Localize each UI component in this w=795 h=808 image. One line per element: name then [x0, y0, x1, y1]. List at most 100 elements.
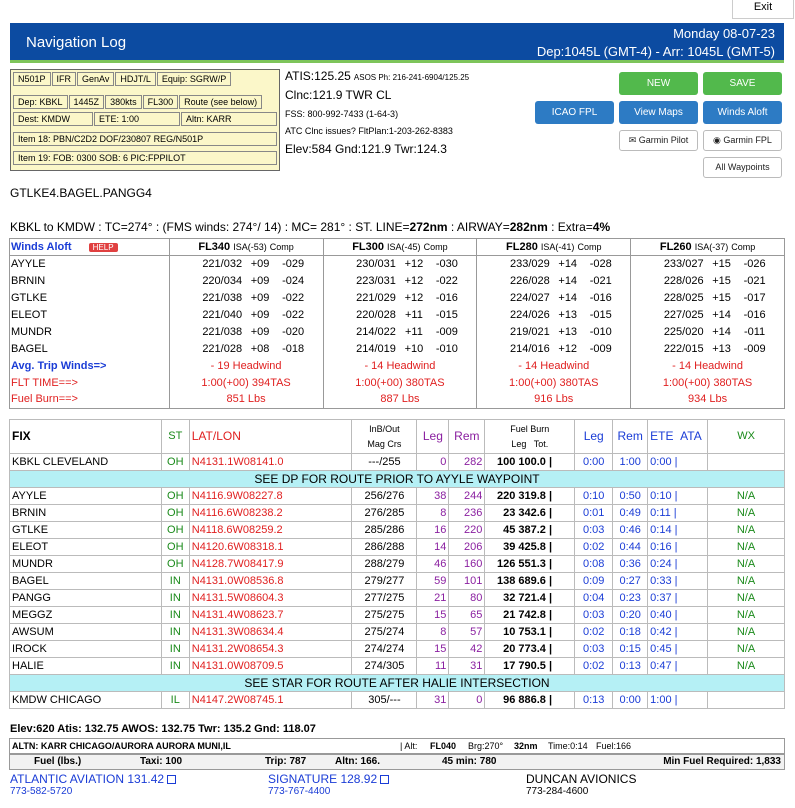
fix-time-leg: 0:08 — [583, 557, 605, 570]
wind-comp: -010 — [589, 325, 612, 338]
fss: FSS: 800-992-7433 (1-64-3) — [285, 109, 399, 119]
fix-time-leg: 0:01 — [583, 506, 605, 519]
winds-label-cell: Winds Aloft HELP — [9, 238, 170, 256]
fix-header-row: FIX ST LAT/LON InB/Out Mag Crs Leg Rem Fuel Bur… — [9, 419, 785, 454]
star-note: SEE STAR FOR ROUTE AFTER HALIE INTERSECT… — [9, 674, 785, 692]
winds-fuel-value: 851 Lbs — [226, 393, 266, 406]
fix-table: FIX ST LAT/LON InB/Out Mag Crs Leg Rem Fuel Bur… — [9, 419, 785, 709]
exit-button[interactable]: Exit — [732, 0, 794, 19]
ll-cell: N4128.7W08417.9 — [188, 555, 353, 573]
hdr: LAT/LON — [188, 419, 353, 454]
page-title: Navigation Log — [26, 34, 127, 51]
winds-flt-cell: 1:00(+00) 394TAS — [168, 374, 324, 392]
fix-state: IN — [169, 625, 181, 638]
save-button[interactable]: SAVE — [703, 72, 782, 95]
time-rem-cell: 0:18 — [612, 623, 649, 641]
wx-cell: N/A — [707, 606, 785, 624]
fix-row[interactable]: IROCK IN N4131.2W08654.3 274/274 15 42 20 773.… — [9, 640, 785, 658]
fix-time-leg: 0:00 — [583, 455, 605, 468]
rem-cell: 244 — [448, 487, 486, 505]
ete-cell: 0:47 | — [647, 657, 709, 675]
wind-comp: -015 — [589, 308, 612, 321]
fix-time-rem: 0:00 — [619, 693, 641, 706]
ete-cell: 0:45 | — [647, 640, 709, 658]
wind-dir-speed: 233/029 — [509, 257, 550, 270]
fix-rem: 31 — [470, 659, 483, 672]
fix-row[interactable]: GTLKE OH N4118.6W08259.2 285/286 16 220 45 387… — [9, 521, 785, 539]
fix-time-leg: 0:04 — [583, 591, 605, 604]
wind-temp: +14 — [558, 274, 578, 287]
hdr: Leg — [574, 419, 614, 454]
alternate-row: ALTN: KARR CHICAGO/AURORA AURORA MUNI,IL… — [9, 738, 785, 754]
crs-cell: 274/305 — [351, 657, 418, 675]
hdr-ata: ATA — [680, 429, 702, 443]
help-button[interactable]: HELP — [88, 242, 118, 252]
leg-cell: 14 — [416, 538, 450, 556]
fbo-atlantic[interactable]: ATLANTIC AVIATION 131.42 773-582-5720 — [10, 772, 177, 797]
fix-latlon: N4131.3W08634.4 — [191, 625, 284, 638]
view-maps-button[interactable]: View Maps — [619, 101, 698, 124]
winds-aloft-button[interactable]: Winds Aloft — [703, 101, 782, 124]
fix-row[interactable]: BRNIN OH N4116.6W08238.2 276/285 8 236 23 342.… — [9, 504, 785, 522]
fix-rem: 220 — [463, 523, 483, 536]
garmin-pilot-button[interactable]: ✉ Garmin Pilot — [619, 130, 698, 151]
fix-row[interactable]: ELEOT OH N4120.6W08318.1 286/288 14 206 39 425… — [9, 538, 785, 556]
fix-fuel-tot: 773.4 | — [518, 642, 553, 655]
fix-row[interactable]: KMDW CHICAGO IL N4147.2W08745.1 305/--- 31 0 9… — [9, 691, 785, 709]
comp-label: Comp — [423, 241, 448, 252]
icao-fpl-button[interactable]: ICAO FPL — [535, 101, 614, 124]
fix-row[interactable]: AWSUM IN N4131.3W08634.4 275/274 8 57 10 753.1… — [9, 623, 785, 641]
fuel-taxi: Taxi: 100 — [140, 756, 183, 767]
fix-name: BRNIN — [12, 506, 47, 519]
fbo-signature[interactable]: SIGNATURE 128.92 773-767-4400 — [268, 772, 390, 797]
rem-cell: 236 — [448, 504, 486, 522]
fuel-label: Fuel (lbs.) — [34, 756, 82, 767]
hdr-leg: Leg — [422, 429, 443, 443]
wx-cell: N/A — [707, 504, 785, 522]
header-bar: Navigation Log Monday 08-07-23 Dep:1045L… — [10, 23, 784, 63]
hdr-rem2: Rem — [617, 429, 643, 443]
wx-cell: N/A — [707, 555, 785, 573]
wind-dir-speed: 221/040 — [202, 308, 243, 321]
time-leg-cell: 0:09 — [574, 572, 614, 590]
winds-avg-label-cell: Avg. Trip Winds=> — [9, 357, 170, 375]
fix-state: IN — [169, 642, 181, 655]
wind-temp: +15 — [712, 274, 731, 287]
fix-row[interactable]: KBKL CLEVELAND OH N4131.1W08141.0 ---/255 0 2… — [9, 453, 785, 471]
new-button[interactable]: NEW — [619, 72, 698, 95]
fix-fuel-tot: 387.2 | — [518, 523, 553, 536]
ll-cell: N4118.6W08259.2 — [188, 521, 353, 539]
winds-flt-cell: 1:00(+00) 380TAS — [322, 374, 478, 392]
fuel-cell: 10 753.1 | — [484, 623, 576, 641]
garmin-fpl-button[interactable]: ◉ Garmin FPL — [703, 130, 782, 151]
wind-fix: ELEOT — [11, 308, 48, 321]
fix-row[interactable]: BAGEL IN N4131.0W08536.8 279/277 59 101 138 68… — [9, 572, 785, 590]
wind-cell: 214/022 +11 -009 — [322, 323, 478, 341]
wind-dir-speed: 233/027 — [663, 257, 704, 270]
summary-post: : Extra= — [547, 220, 593, 234]
wind-cell: 220/028 +11 -015 — [322, 306, 478, 324]
airway-dist: 282nm — [509, 220, 548, 234]
fix-row[interactable]: AYYLE OH N4116.9W08227.8 256/276 38 244 220 31… — [9, 487, 785, 505]
fbo-duncan: DUNCAN AVIONICS 773-284-4600 — [526, 772, 636, 797]
fix-row[interactable]: PANGG IN N4131.5W08604.3 277/275 21 80 32 721.… — [9, 589, 785, 607]
st-cell: IN — [160, 589, 190, 607]
winds-fuel-label: Fuel Burn==> — [11, 393, 78, 406]
ete-cell: 0:10 | — [647, 487, 709, 505]
all-waypoints-button[interactable]: All Waypoints — [703, 157, 782, 178]
crs-cell: ---/255 — [351, 453, 418, 471]
crs-cell: 285/286 — [351, 521, 418, 539]
fix-name: AYYLE — [12, 489, 47, 502]
fix-row[interactable]: MUNDR OH N4128.7W08417.9 288/279 46 160 126 55… — [9, 555, 785, 573]
ll-cell: N4116.6W08238.2 — [188, 504, 353, 522]
fix-course: ---/255 — [368, 455, 401, 468]
winds-fuel-value: 916 Lbs — [534, 393, 574, 406]
fix-row[interactable]: MEGGZ IN N4131.4W08623.7 275/275 15 65 21 742.… — [9, 606, 785, 624]
wind-level-header: FL260 ISA(-37) Comp — [630, 238, 785, 256]
fix-rem: 0 — [476, 693, 483, 706]
wind-temp: +14 — [712, 325, 731, 338]
wind-cell: 228/026 +15 -021 — [630, 272, 785, 290]
fix-row[interactable]: HALIE IN N4131.0W08709.5 274/305 11 31 17 790.… — [9, 657, 785, 675]
fuel-cell: 32 721.4 | — [484, 589, 576, 607]
wx-cell: N/A — [707, 657, 785, 675]
